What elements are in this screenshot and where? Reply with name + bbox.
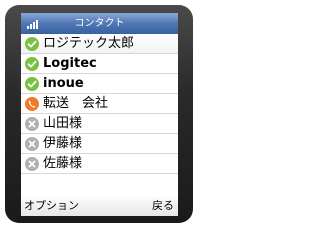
contact-name: ロジテック太郎 [43, 36, 135, 51]
contact-row-1[interactable]: Logitec [21, 54, 178, 74]
contact-row-2[interactable]: inoue [21, 74, 178, 94]
contact-name: 山田様 [43, 116, 83, 131]
title-bar: コンタクト [21, 13, 178, 34]
online-check-icon [25, 77, 39, 91]
phone-forward-icon [25, 97, 39, 111]
softkey-bar: オプション 戻る [21, 195, 178, 216]
offline-x-icon [25, 157, 39, 171]
contact-row-4[interactable]: 山田様 [21, 114, 178, 134]
contact-row-0[interactable]: ロジテック太郎 [21, 34, 178, 54]
contact-name: 転送 会社 [43, 96, 109, 111]
contact-name: 伊藤様 [43, 136, 83, 151]
phone-screen: コンタクト ロジテック太郎 Logitec inoue 転送 会社 山田様 伊藤… [21, 13, 178, 216]
offline-x-icon [25, 137, 39, 151]
contact-row-6[interactable]: 佐藤様 [21, 154, 178, 174]
phone-device: コンタクト ロジテック太郎 Logitec inoue 転送 会社 山田様 伊藤… [0, 0, 200, 228]
options-softkey[interactable]: オプション [24, 195, 79, 216]
offline-x-icon [25, 117, 39, 131]
contact-row-3[interactable]: 転送 会社 [21, 94, 178, 114]
contact-list[interactable]: ロジテック太郎 Logitec inoue 転送 会社 山田様 伊藤様 佐藤様 [21, 34, 178, 195]
screen-title: コンタクト [74, 18, 125, 29]
contact-name: 佐藤様 [43, 156, 83, 171]
contact-row-5[interactable]: 伊藤様 [21, 134, 178, 154]
online-check-icon [25, 57, 39, 71]
contact-name: inoue [43, 76, 84, 91]
contact-name: Logitec [43, 56, 97, 71]
online-check-icon [25, 37, 39, 51]
back-softkey[interactable]: 戻る [152, 195, 174, 216]
